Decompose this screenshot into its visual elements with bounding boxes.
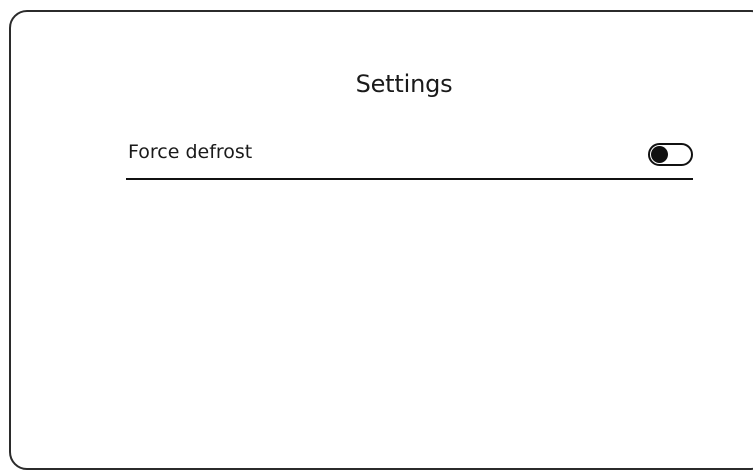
settings-panel: Settings Force defrost <box>9 10 753 470</box>
force-defrost-toggle[interactable] <box>648 143 693 166</box>
setting-label-force-defrost: Force defrost <box>128 141 253 163</box>
toggle-knob-icon <box>651 146 668 163</box>
setting-row-force-defrost: Force defrost <box>126 136 693 180</box>
page-title: Settings <box>355 70 453 98</box>
